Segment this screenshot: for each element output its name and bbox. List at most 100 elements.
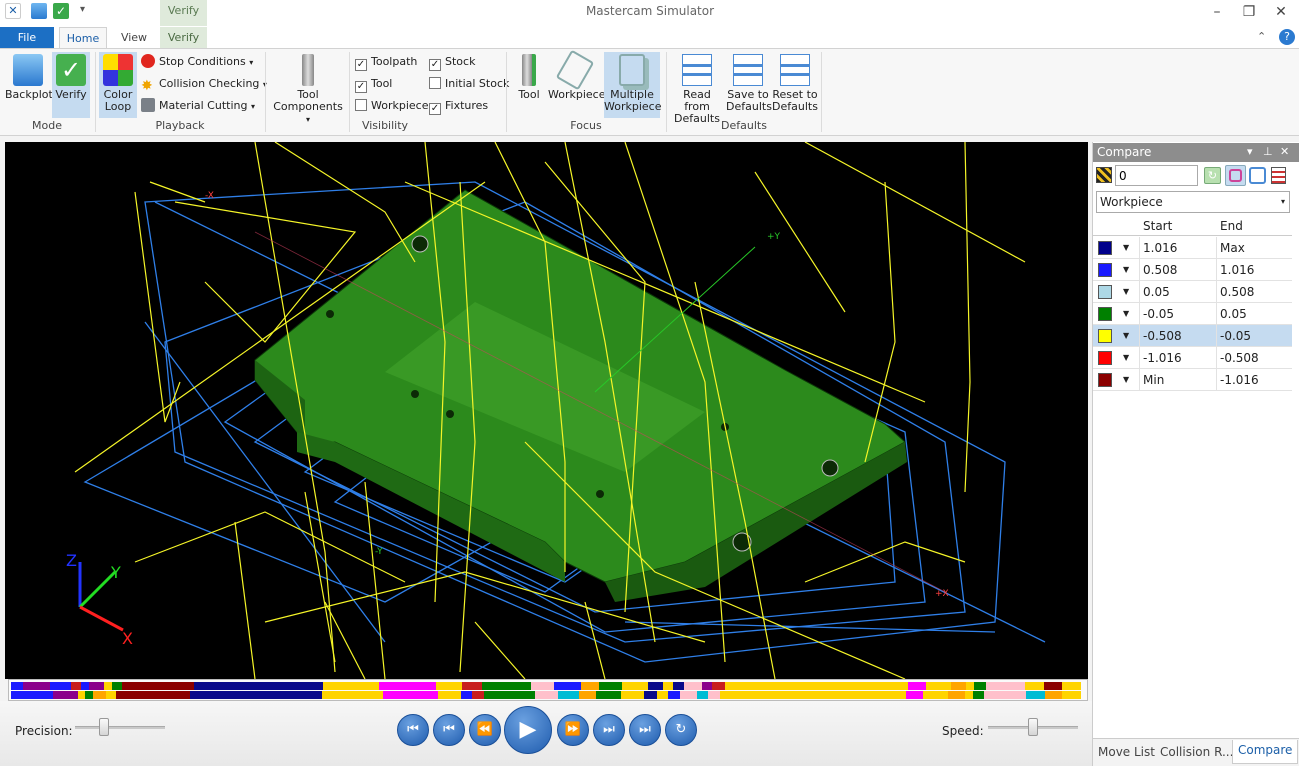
checkbox-toolpath[interactable]: ✓	[355, 59, 367, 71]
report-icon[interactable]	[1271, 167, 1286, 184]
timeline-segment	[383, 691, 438, 699]
workpiece-view-icon[interactable]	[1249, 167, 1266, 184]
fast-forward-button[interactable]: ⏩	[557, 714, 589, 746]
row-end[interactable]: -1.016	[1216, 369, 1292, 391]
color-swatch[interactable]	[1098, 285, 1112, 299]
simulation-viewport[interactable]: Z Y X +Y -Y +X -X	[5, 142, 1088, 679]
rewind-button[interactable]: ⏪	[469, 714, 501, 746]
minimize-icon[interactable]: –	[1202, 2, 1232, 22]
stock-view-toggle[interactable]	[1225, 165, 1246, 186]
verify-button[interactable]: ✓ Verify	[52, 52, 90, 118]
stock-checkbox[interactable]: ✓ Stock	[429, 52, 475, 72]
color-dropdown-icon[interactable]: ▼	[1123, 303, 1129, 325]
color-swatch[interactable]	[1098, 329, 1112, 343]
next-button[interactable]: ⏭	[593, 714, 625, 746]
panel-dropdown-icon[interactable]: ▾	[1247, 145, 1253, 158]
color-swatch[interactable]	[1098, 373, 1112, 387]
tool-components-button[interactable]: Tool Components ▾	[271, 52, 345, 124]
read-from-defaults-button[interactable]: Read from Defaults	[670, 52, 724, 125]
pin-icon[interactable]: ⊥	[1263, 145, 1273, 158]
quick-access-dropdown-icon[interactable]: ▾	[80, 4, 85, 15]
tab-home[interactable]: Home	[59, 27, 107, 49]
color-dropdown-icon[interactable]: ▼	[1123, 281, 1129, 303]
row-end[interactable]: 0.508	[1216, 281, 1292, 303]
row-end[interactable]: -0.05	[1216, 325, 1292, 347]
compare-row[interactable]: ▼ 1.016 Max	[1093, 237, 1292, 259]
app-logo-icon[interactable]: ✕	[5, 3, 21, 19]
skip-to-end-button[interactable]: ⏭	[629, 714, 661, 746]
restore-icon[interactable]: ❐	[1234, 2, 1264, 22]
loop-button[interactable]: ↻	[665, 714, 697, 746]
toolpath-checkbox[interactable]: ✓ Toolpath	[355, 52, 417, 72]
row-start[interactable]: -0.05	[1139, 303, 1216, 325]
backplot-button[interactable]: Backplot	[5, 52, 53, 118]
color-dropdown-icon[interactable]: ▼	[1123, 347, 1129, 369]
color-dropdown-icon[interactable]: ▼	[1123, 259, 1129, 281]
checkbox-initial-stock[interactable]	[429, 77, 441, 89]
focus-tool-icon	[522, 54, 536, 86]
checkbox-fixtures[interactable]: ✓	[429, 103, 441, 115]
stop-conditions-button[interactable]: Stop Conditions ▾	[141, 52, 253, 72]
verify-quick-icon[interactable]: ✓	[53, 3, 69, 19]
row-end[interactable]: 1.016	[1216, 259, 1292, 281]
compare-target-select[interactable]: Workpiece ▾	[1096, 191, 1290, 213]
panel-close-icon[interactable]: ✕	[1280, 145, 1289, 158]
play-button[interactable]: ▶	[504, 706, 552, 754]
collapse-ribbon-icon[interactable]: ⌃	[1257, 30, 1266, 43]
checkbox-workpiece[interactable]	[355, 99, 367, 111]
row-end[interactable]: -0.508	[1216, 347, 1292, 369]
color-swatch[interactable]	[1098, 263, 1112, 277]
workpiece-checkbox[interactable]: Workpiece	[355, 96, 428, 116]
color-swatch[interactable]	[1098, 241, 1112, 255]
row-start[interactable]: 1.016	[1139, 237, 1216, 259]
checkbox-tool[interactable]: ✓	[355, 81, 367, 93]
precision-slider-thumb[interactable]	[99, 718, 109, 736]
checkbox-stock[interactable]: ✓	[429, 59, 441, 71]
previous-button[interactable]: ⏮	[433, 714, 465, 746]
initial-stock-checkbox[interactable]: Initial Stock	[429, 74, 509, 94]
backplot-quick-icon[interactable]	[31, 3, 47, 19]
material-cutting-button[interactable]: Material Cutting ▾	[141, 96, 255, 116]
row-start[interactable]: 0.508	[1139, 259, 1216, 281]
color-swatch[interactable]	[1098, 351, 1112, 365]
fixtures-checkbox[interactable]: ✓ Fixtures	[429, 96, 488, 116]
refresh-icon[interactable]: ↻	[1204, 167, 1221, 184]
color-swatch[interactable]	[1098, 307, 1112, 321]
tab-collision-report[interactable]: Collision R...	[1160, 742, 1233, 762]
row-end[interactable]: Max	[1216, 237, 1292, 259]
color-dropdown-icon[interactable]: ▼	[1123, 237, 1129, 259]
tab-view[interactable]: View	[113, 27, 155, 49]
row-start[interactable]: -1.016	[1139, 347, 1216, 369]
tab-verify[interactable]: Verify	[160, 27, 207, 49]
save-to-defaults-button[interactable]: Save to Defaults	[726, 52, 772, 118]
row-start[interactable]: Min	[1139, 369, 1216, 391]
compare-row[interactable]: ▼ Min -1.016	[1093, 369, 1292, 391]
tool-checkbox[interactable]: ✓ Tool	[355, 74, 392, 94]
close-icon[interactable]: ✕	[1266, 2, 1296, 22]
compare-row[interactable]: ▼ -0.05 0.05	[1093, 303, 1292, 325]
compare-row[interactable]: ▼ 0.508 1.016	[1093, 259, 1292, 281]
color-loop-button[interactable]: Color Loop	[99, 52, 137, 118]
compare-row[interactable]: ▼ -0.508 -0.05	[1093, 325, 1292, 347]
color-dropdown-icon[interactable]: ▼	[1123, 325, 1129, 347]
focus-tool-button[interactable]: Tool	[513, 52, 545, 118]
help-icon[interactable]: ?	[1279, 29, 1295, 45]
row-end[interactable]: 0.05	[1216, 303, 1292, 325]
compare-row[interactable]: ▼ 0.05 0.508	[1093, 281, 1292, 303]
precision-slider[interactable]	[75, 726, 165, 729]
collision-checking-button[interactable]: ✸Collision Checking ▾	[141, 74, 267, 94]
tab-move-list[interactable]: Move List	[1098, 742, 1155, 762]
tab-file[interactable]: File	[0, 27, 54, 49]
row-start[interactable]: 0.05	[1139, 281, 1216, 303]
compare-row[interactable]: ▼ -1.016 -0.508	[1093, 347, 1292, 369]
reset-to-defaults-button[interactable]: Reset to Defaults	[772, 52, 818, 118]
skip-to-start-button[interactable]: ⏮	[397, 714, 429, 746]
operation-timeline[interactable]	[8, 679, 1088, 701]
compare-value-input[interactable]	[1115, 165, 1198, 186]
focus-workpiece-button[interactable]: Workpiece	[548, 49, 605, 118]
multiple-workpiece-button[interactable]: Multiple Workpiece	[604, 52, 661, 118]
speed-slider-thumb[interactable]	[1028, 718, 1038, 736]
row-start[interactable]: -0.508	[1139, 325, 1216, 347]
tab-compare[interactable]: Compare	[1232, 740, 1299, 764]
color-dropdown-icon[interactable]: ▼	[1123, 369, 1129, 391]
